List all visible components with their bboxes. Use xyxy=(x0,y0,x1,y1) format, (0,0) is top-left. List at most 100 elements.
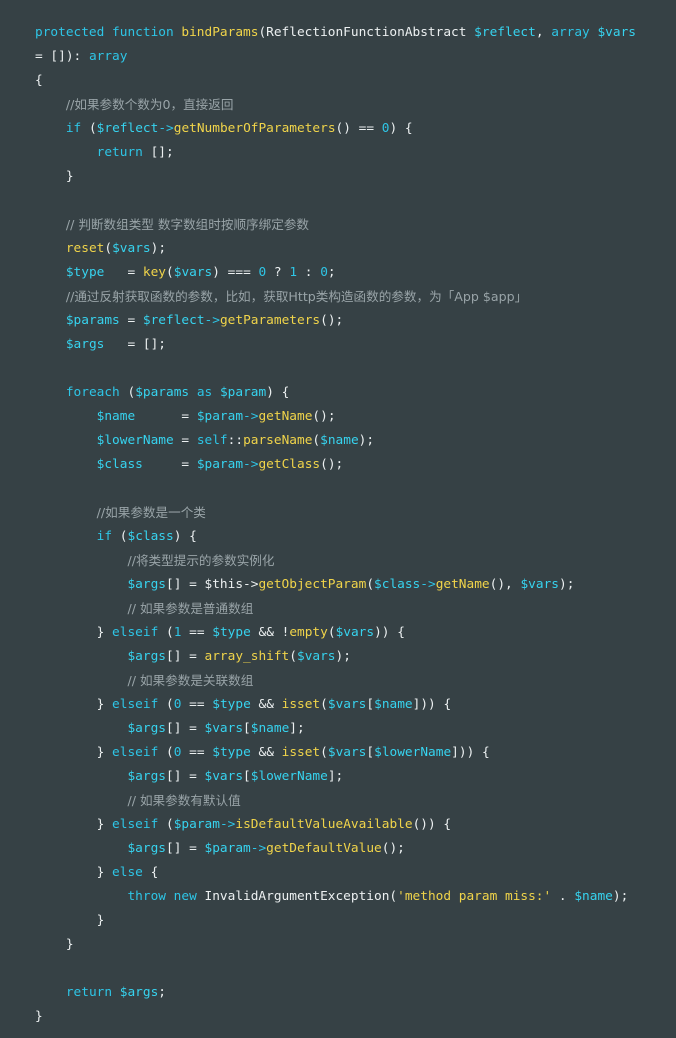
code-token-plain: ( xyxy=(165,817,174,832)
code-token-plain: ()) { xyxy=(412,817,452,832)
code-token-variable: $class xyxy=(127,529,174,544)
code-token-variable: $vars xyxy=(327,697,367,712)
code-token-variable: $name xyxy=(374,697,413,712)
code-line: } else { xyxy=(35,861,676,885)
code-line: } elseif (1 == $type && !empty($vars)) { xyxy=(35,621,676,645)
code-token-keyword: elseif xyxy=(112,625,166,640)
code-token-plain: } xyxy=(35,913,105,928)
code-token-plain: == xyxy=(181,625,213,640)
code-token-plain: } xyxy=(35,745,113,760)
code-line: } elseif (0 == $type && isset($vars[$nam… xyxy=(35,693,676,717)
code-token-plain: ( xyxy=(320,697,328,712)
code-token-plain: = []; xyxy=(104,337,166,352)
code-token-variable: $name xyxy=(250,721,290,736)
code-line: //如果参数是一个类 xyxy=(35,501,676,525)
code-token-plain: ( xyxy=(320,745,328,760)
code-token-plain: [ xyxy=(243,721,251,736)
code-token-keyword: protected function xyxy=(35,25,182,40)
code-token-plain: ); xyxy=(358,433,375,448)
code-token-keyword: foreach xyxy=(65,385,128,400)
code-token-variable: $type xyxy=(65,265,105,280)
code-token-variable: $name xyxy=(574,889,613,904)
code-line: // 如果参数有默认值 xyxy=(35,789,676,813)
code-token-variable: $reflect xyxy=(142,313,205,328)
code-token-plain: ); xyxy=(150,241,167,256)
code-token-function: isset xyxy=(281,697,321,712)
code-token-plain: (); xyxy=(381,841,405,856)
code-line: $args[] = $vars[$name]; xyxy=(35,717,676,741)
code-token-variable: $params xyxy=(65,313,120,328)
code-token-plain: ? xyxy=(266,265,290,280)
code-token-variable: $args xyxy=(127,577,166,592)
code-token-variable: $class xyxy=(374,577,421,592)
code-token-plain: = []): xyxy=(35,49,89,64)
code-token-variable: $param xyxy=(204,841,251,856)
code-token-plain: } xyxy=(35,169,74,184)
code-line: } xyxy=(35,1005,676,1029)
code-token-variable: $vars xyxy=(597,25,636,40)
code-token-function: getName xyxy=(258,409,313,424)
code-line: //如果参数个数为0，直接返回 xyxy=(35,93,676,117)
code-token-variable: $lowerName xyxy=(374,745,452,760)
code-token-plain: } xyxy=(35,937,74,952)
code-token-plain: ( xyxy=(289,649,297,664)
code-token-plain: } xyxy=(35,865,113,880)
code-token-keyword: if xyxy=(96,529,120,544)
code-line: $args[] = $this->getObjectParam($class->… xyxy=(35,573,676,597)
code-token-function: getClass xyxy=(258,457,321,472)
code-token-variable: $args xyxy=(65,337,105,352)
code-token-function: getName xyxy=(435,577,490,592)
code-line: $args[] = $param->getDefaultValue(); xyxy=(35,837,676,861)
code-line: // 判断数组类型 数字数组时按顺序绑定参数 xyxy=(35,213,676,237)
code-token-keyword: return xyxy=(65,985,120,1000)
code-token-keyword: -> xyxy=(243,457,259,472)
code-token-plain: ); xyxy=(612,889,629,904)
code-token-plain: ( xyxy=(327,625,336,640)
code-token-plain: } xyxy=(35,625,113,640)
code-token-plain: { xyxy=(150,865,159,880)
code-line: if ($reflect->getNumberOfParameters() ==… xyxy=(35,117,676,141)
code-token-plain: ( xyxy=(104,241,113,256)
code-token-function: key xyxy=(142,265,167,280)
code-token-plain: ( xyxy=(312,433,321,448)
code-token-variable: $reflect xyxy=(96,121,159,136)
code-line: } xyxy=(35,933,676,957)
code-line: $args[] = array_shift($vars); xyxy=(35,645,676,669)
code-line: $args[] = $vars[$lowerName]; xyxy=(35,765,676,789)
code-line: throw new InvalidArgumentException('meth… xyxy=(35,885,676,909)
code-token-plain: : xyxy=(297,265,321,280)
code-line: reset($vars); xyxy=(35,237,676,261)
code-token-plain: (), xyxy=(489,577,521,592)
code-token-plain: (); xyxy=(312,409,336,424)
code-token-plain: () == xyxy=(335,121,382,136)
code-lines: protected function bindParams(Reflection… xyxy=(35,21,676,1029)
code-token-plain: , xyxy=(535,25,552,40)
code-token-plain: ) === xyxy=(212,265,259,280)
code-token-plain: [] = xyxy=(165,649,205,664)
code-token-variable: $args xyxy=(127,721,166,736)
code-line: if ($class) { xyxy=(35,525,676,549)
code-token-plain: = xyxy=(119,313,143,328)
code-token-plain: ( xyxy=(88,121,97,136)
code-token-variable: $lowerName xyxy=(96,433,174,448)
code-token-plain: = xyxy=(142,457,197,472)
code-token-plain: ); xyxy=(335,649,351,664)
code-token-keyword: elseif xyxy=(112,745,166,760)
code-line: //将类型提示的参数实例化 xyxy=(35,549,676,573)
